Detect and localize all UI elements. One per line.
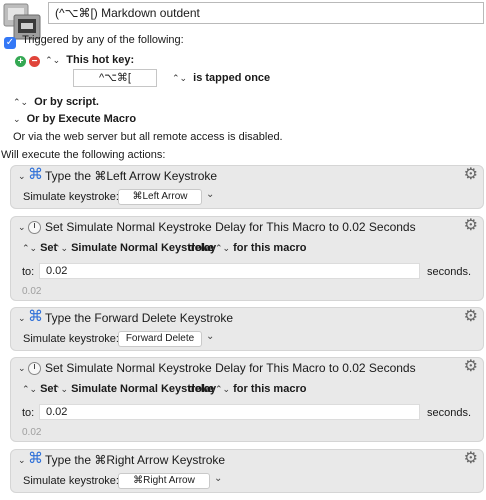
action-set-delay[interactable]: ⌄ Set Simulate Normal Keystroke Delay fo… — [10, 216, 484, 301]
keystroke-field[interactable]: ⌘Right Arrow — [118, 473, 210, 489]
gear-icon[interactable]: ⚙ — [464, 166, 478, 184]
plus-circle-icon[interactable]: + — [15, 56, 26, 67]
hotkey-mode-chevrons-icon: ⌃⌄ — [172, 73, 188, 83]
keystroke-label: Simulate keystroke: — [23, 333, 119, 345]
chevron-down-icon[interactable]: ⌄ — [214, 473, 222, 484]
action-title: Type the Forward Delete Keystroke — [45, 311, 234, 325]
or-by-execute-macro-label: Or by Execute Macro — [26, 113, 137, 125]
computed-value: 0.02 — [22, 427, 42, 438]
scope-popup[interactable]: ⌃⌄ for this macro — [215, 242, 306, 254]
action-keystroke[interactable]: ⌄ ⌘ Type the ⌘Left Arrow Keystroke ⚙ Sim… — [10, 165, 484, 209]
disclosure-icon[interactable]: ⌄ — [18, 313, 26, 324]
unit-label: seconds. — [427, 266, 472, 278]
command-key-icon: ⌘ — [28, 450, 43, 467]
delay-word: delay — [188, 242, 217, 254]
gear-icon[interactable]: ⚙ — [464, 308, 478, 326]
web-server-note: Or via the web server but all remote acc… — [13, 131, 283, 143]
to-label: to: — [22, 407, 35, 419]
macro-name-field[interactable]: (^⌥⌘[) Markdown outdent — [48, 2, 484, 24]
gear-icon[interactable]: ⚙ — [464, 450, 478, 468]
computed-value: 0.02 — [22, 286, 42, 297]
actions-header: Will execute the following actions: — [1, 149, 166, 161]
trigger-enabled-checkbox[interactable]: ✓ — [4, 37, 16, 49]
delay-word: delay — [188, 383, 217, 395]
disclosure-icon[interactable]: ⌄ — [18, 455, 26, 466]
unit-label: seconds. — [427, 407, 472, 419]
delay-value-field[interactable]: 0.02 — [39, 263, 420, 279]
triggers-header: ✓ Triggered by any of the following: — [4, 34, 184, 49]
or-by-execute-macro-row[interactable]: ⌄ Or by Execute Macro — [13, 113, 136, 125]
minus-circle-icon[interactable]: − — [29, 56, 41, 67]
hotkey-mode-label: is tapped once — [193, 72, 271, 84]
hotkey-label: This hot key: — [66, 54, 135, 66]
set-popup[interactable]: ⌃⌄ Set — [22, 383, 57, 395]
action-set-delay[interactable]: ⌄ Set Simulate Normal Keystroke Delay fo… — [10, 357, 484, 442]
action-title: Type the ⌘Left Arrow Keystroke — [45, 169, 218, 183]
scope-chevrons-icon: ⌃⌄ — [215, 243, 231, 253]
disclosure-icon[interactable]: ⌄ — [18, 222, 26, 233]
command-key-icon: ⌘ — [28, 166, 43, 183]
action-keystroke[interactable]: ⌄ ⌘ Type the ⌘Right Arrow Keystroke ⚙ Si… — [10, 449, 484, 493]
triggers-header-label: Triggered by any of the following: — [22, 34, 184, 46]
setting-chevrons-icon: ⌃⌄ — [53, 243, 69, 253]
disclosure-icon[interactable]: ⌄ — [18, 171, 26, 182]
hotkey-trigger-row: + − ⌃⌄ This hot key: — [15, 54, 134, 67]
action-title: Set Simulate Normal Keystroke Delay for … — [45, 220, 416, 234]
keystroke-label: Simulate keystroke: — [23, 191, 119, 203]
action-title: Type the ⌘Right Arrow Keystroke — [45, 453, 226, 467]
chevron-down-icon[interactable]: ⌄ — [206, 331, 214, 342]
keystroke-field[interactable]: Forward Delete — [118, 331, 202, 347]
hotkey-field[interactable]: ^⌥⌘[ — [73, 69, 157, 87]
chevron-down-icon[interactable]: ⌄ — [206, 189, 214, 200]
disclosure-icon[interactable]: ⌄ — [18, 363, 26, 374]
scope-popup[interactable]: ⌃⌄ for this macro — [215, 383, 306, 395]
keystroke-field[interactable]: ⌘Left Arrow — [118, 189, 202, 205]
set-chevrons-icon: ⌃⌄ — [22, 243, 38, 253]
setting-chevrons-icon: ⌃⌄ — [53, 384, 69, 394]
stopwatch-icon — [28, 362, 41, 375]
set-popup[interactable]: ⌃⌄ Set — [22, 242, 57, 254]
action-keystroke[interactable]: ⌄ ⌘ Type the Forward Delete Keystroke ⚙ … — [10, 307, 484, 351]
delay-value-field[interactable]: 0.02 — [39, 404, 420, 420]
or-by-script-label: Or by script. — [34, 96, 99, 108]
to-label: to: — [22, 266, 35, 278]
command-key-icon: ⌘ — [28, 308, 43, 325]
hotkey-mode-popup[interactable]: ⌃⌄ is tapped once — [172, 72, 270, 84]
set-chevrons-icon: ⌃⌄ — [22, 384, 38, 394]
scope-chevrons-icon: ⌃⌄ — [215, 384, 231, 394]
or-by-script-chevrons-icon: ⌃⌄ — [13, 97, 29, 107]
or-by-script-row[interactable]: ⌃⌄ Or by script. — [13, 96, 99, 108]
hotkey-type-chevrons-icon[interactable]: ⌃⌄ — [45, 55, 60, 65]
or-by-execute-macro-chevron-icon: ⌄ — [13, 114, 21, 124]
stopwatch-icon — [28, 221, 41, 234]
gear-icon[interactable]: ⚙ — [464, 358, 478, 376]
action-title: Set Simulate Normal Keystroke Delay for … — [45, 361, 416, 375]
gear-icon[interactable]: ⚙ — [464, 217, 478, 235]
keystroke-label: Simulate keystroke: — [23, 475, 119, 487]
